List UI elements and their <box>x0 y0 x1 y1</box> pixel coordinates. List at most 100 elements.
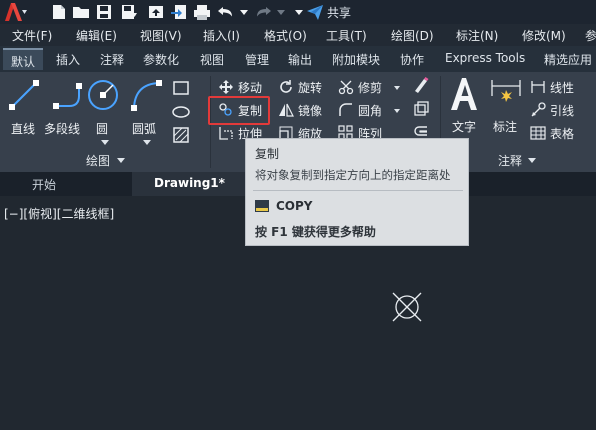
tooltip-command-name: COPY <box>276 199 313 213</box>
explode-icon[interactable] <box>412 100 430 118</box>
arc-dropdown-icon[interactable] <box>143 140 151 145</box>
line-button[interactable]: 直线 <box>6 78 42 138</box>
polyline-button[interactable]: 多段线 <box>44 78 86 138</box>
ellipse-icon[interactable] <box>172 103 192 121</box>
arc-button[interactable]: 圆弧 <box>128 78 164 138</box>
text-label: 文字 <box>452 120 477 134</box>
drawing-tab[interactable]: Drawing1* × <box>132 172 260 196</box>
rotate-icon <box>280 80 292 93</box>
tab-featured-apps[interactable]: 精选应用 <box>544 51 592 68</box>
new-file-icon[interactable] <box>50 3 68 21</box>
export-icon[interactable] <box>170 3 188 21</box>
leader-label: 引线 <box>550 103 575 118</box>
drawing-tab-label: Drawing1* <box>154 176 225 190</box>
fillet-button[interactable]: 圆角 <box>338 100 382 120</box>
viewport-controls[interactable]: [−][俯视][二维线框] <box>4 205 114 222</box>
polyline-label: 多段线 <box>44 122 81 136</box>
menu-bar: 文件(F) 编辑(E) 视图(V) 插入(I) 格式(O) 工具(T) 绘图(D… <box>0 24 596 46</box>
trim-dropdown-icon[interactable] <box>394 86 400 90</box>
table-button[interactable]: 表格 <box>530 123 574 143</box>
fillet-dropdown-icon[interactable] <box>394 109 400 113</box>
tab-default[interactable]: 默认 <box>3 48 44 70</box>
tab-addins[interactable]: 附加模块 <box>332 51 380 68</box>
tab-parametric[interactable]: 参数化 <box>143 51 179 68</box>
erase-icon[interactable] <box>412 76 430 94</box>
circle-icon <box>88 80 118 110</box>
menu-tools[interactable]: 工具(T) <box>326 27 367 44</box>
menu-dimension[interactable]: 标注(N) <box>456 27 498 44</box>
menu-parametric-truncated[interactable]: 参 <box>585 27 596 44</box>
copy-highlight-box <box>208 96 270 125</box>
menu-view[interactable]: 视图(V) <box>140 27 182 44</box>
tab-collaborate[interactable]: 协作 <box>400 51 424 68</box>
move-button[interactable]: 移动 <box>218 77 262 97</box>
rectangle-icon[interactable] <box>172 79 192 97</box>
share-button[interactable]: 共享 <box>306 3 351 21</box>
circle-button[interactable]: 圆 <box>86 78 120 138</box>
table-label: 表格 <box>550 126 575 141</box>
trim-icon <box>338 80 354 95</box>
trim-button[interactable]: 修剪 <box>338 77 382 97</box>
mirror-button[interactable]: 镜像 <box>278 100 322 120</box>
menu-file[interactable]: 文件(F) <box>12 27 52 44</box>
fillet-label: 圆角 <box>358 103 383 118</box>
quick-access-toolbar: 共享 <box>0 0 596 24</box>
save-icon[interactable] <box>95 3 113 21</box>
tab-express-tools[interactable]: Express Tools <box>445 51 525 65</box>
open-folder-icon[interactable] <box>72 3 90 21</box>
tab-output[interactable]: 输出 <box>288 51 312 68</box>
tab-insert[interactable]: 插入 <box>56 51 80 68</box>
menu-edit[interactable]: 编辑(E) <box>76 27 117 44</box>
mirror-icon <box>279 103 294 117</box>
hatch-icon[interactable] <box>172 126 192 144</box>
tab-manage[interactable]: 管理 <box>245 51 269 68</box>
line-label: 直线 <box>11 122 36 136</box>
dimension-label: 标注 <box>493 120 518 134</box>
leader-button[interactable]: 引线 <box>530 100 574 120</box>
autocad-logo-icon[interactable] <box>2 0 28 24</box>
draw-panel-title[interactable]: 绘图 <box>86 152 110 169</box>
mirror-label: 镜像 <box>298 103 323 118</box>
move-label: 移动 <box>238 80 263 95</box>
linear-dimension-icon <box>531 81 545 93</box>
rotate-button[interactable]: 旋转 <box>278 77 322 97</box>
save-as-icon[interactable] <box>120 3 138 21</box>
rotate-label: 旋转 <box>298 80 323 95</box>
linear-dimension-button[interactable]: 线性 <box>530 77 574 97</box>
cloud-upload-icon[interactable] <box>147 3 165 21</box>
text-a-icon <box>451 78 477 110</box>
tab-annotate[interactable]: 注释 <box>100 51 124 68</box>
leader-icon <box>531 102 546 117</box>
circle-dropdown-icon[interactable] <box>101 140 109 145</box>
send-icon <box>307 5 323 20</box>
fillet-icon <box>339 103 352 116</box>
tooltip-divider <box>253 190 463 191</box>
draw-panel-expand-icon[interactable] <box>117 158 125 163</box>
undo-dropdown-icon[interactable] <box>235 3 253 21</box>
arc-icon <box>131 80 162 111</box>
start-tab[interactable]: 开始 <box>0 172 130 196</box>
menu-draw[interactable]: 绘图(D) <box>391 27 434 44</box>
annotation-panel-title[interactable]: 注释 <box>498 152 522 169</box>
annotation-panel-expand-icon[interactable] <box>528 158 536 163</box>
trim-label: 修剪 <box>358 80 383 95</box>
undo-icon[interactable] <box>217 3 235 21</box>
linear-label: 线性 <box>550 80 575 95</box>
copy-tooltip: 复制 将对象复制到指定方向上的指定距离处 COPY 按 F1 键获得更多帮助 <box>245 138 469 246</box>
menu-format[interactable]: 格式(O) <box>264 27 307 44</box>
print-icon[interactable] <box>193 3 211 21</box>
dimension-button[interactable]: 标注 <box>488 76 524 138</box>
text-button[interactable]: 文字 <box>446 76 482 138</box>
tooltip-help-text: 按 F1 键获得更多帮助 <box>255 225 376 239</box>
line-icon <box>9 80 39 110</box>
tab-view[interactable]: 视图 <box>200 51 224 68</box>
menu-modify[interactable]: 修改(M) <box>522 27 566 44</box>
ribbon-tab-bar: 默认 插入 注释 参数化 视图 管理 输出 附加模块 协作 Express To… <box>0 46 596 72</box>
redo-icon[interactable] <box>254 3 272 21</box>
circle-label: 圆 <box>96 122 109 136</box>
menu-insert[interactable]: 插入(I) <box>203 27 240 44</box>
tooltip-title: 复制 <box>255 147 280 161</box>
redo-dropdown-icon[interactable] <box>272 3 290 21</box>
command-line-icon <box>255 200 269 212</box>
crosshair-cursor-icon <box>392 292 422 322</box>
